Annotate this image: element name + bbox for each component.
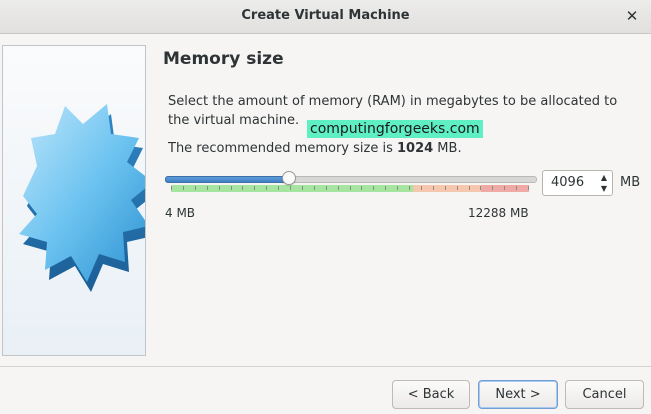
slider-handle[interactable] (282, 171, 296, 185)
spin-buttons: ▲ ▼ (598, 173, 610, 193)
slider-tick (266, 186, 267, 190)
slider-fill (165, 176, 290, 183)
next-button[interactable]: Next > (478, 380, 558, 409)
slider-tick (302, 186, 303, 190)
spin-down-icon[interactable]: ▼ (601, 184, 607, 193)
page-title: Memory size (163, 49, 284, 69)
slider-tick (326, 186, 327, 190)
slider-tick (231, 186, 232, 190)
spin-up-icon[interactable]: ▲ (601, 173, 607, 182)
slider-tick (350, 186, 351, 190)
slider-tick (171, 186, 172, 190)
cancel-button[interactable]: Cancel (565, 380, 644, 409)
slider-ticks (171, 186, 529, 191)
slider-tick (409, 186, 410, 190)
slider-min-label: 4 MB (165, 206, 196, 220)
slider-tick (314, 186, 315, 190)
close-icon[interactable]: ✕ (621, 5, 643, 27)
back-button[interactable]: < Back (392, 380, 470, 409)
slider-tick (504, 186, 505, 190)
slider-tick (242, 186, 243, 190)
slider-tick (433, 186, 434, 190)
slider-tick (278, 186, 279, 190)
slider-tick (445, 186, 446, 190)
slider-tick (528, 186, 529, 190)
slider-tick (492, 186, 493, 190)
memory-spinbox[interactable]: 4096 ▲ ▼ (542, 170, 613, 196)
slider-tick (338, 186, 339, 190)
memory-slider[interactable] (165, 171, 537, 197)
slider-tick (195, 186, 196, 190)
memory-unit-label: MB (620, 175, 641, 190)
slider-tick (290, 186, 291, 190)
slider-tick (373, 186, 374, 190)
title-bar: Create Virtual Machine ✕ (0, 0, 651, 34)
slider-tick (254, 186, 255, 190)
memory-spinbox-value[interactable]: 4096 (551, 175, 584, 190)
wizard-banner-image (2, 45, 146, 356)
slider-tick (457, 186, 458, 190)
watermark-label: computingforgeeks.com (307, 120, 483, 138)
recommended-memory-text: The recommended memory size is 1024 MB. (168, 141, 462, 156)
slider-tick (183, 186, 184, 190)
window-title: Create Virtual Machine (241, 8, 410, 23)
slider-tick (397, 186, 398, 190)
recommended-suffix: MB. (433, 141, 462, 156)
slider-tick (207, 186, 208, 190)
slider-tick (361, 186, 362, 190)
slider-max-label: 12288 MB (468, 206, 529, 220)
footer-separator (0, 366, 651, 367)
slider-tick (219, 186, 220, 190)
recommended-value: 1024 (396, 141, 434, 156)
slider-tick (469, 186, 470, 190)
starburst-graphic (19, 104, 145, 292)
slider-tick (421, 186, 422, 190)
slider-tick (480, 186, 481, 190)
recommended-prefix: The recommended memory size is (168, 141, 397, 156)
slider-tick (385, 186, 386, 190)
slider-tick (516, 186, 517, 190)
